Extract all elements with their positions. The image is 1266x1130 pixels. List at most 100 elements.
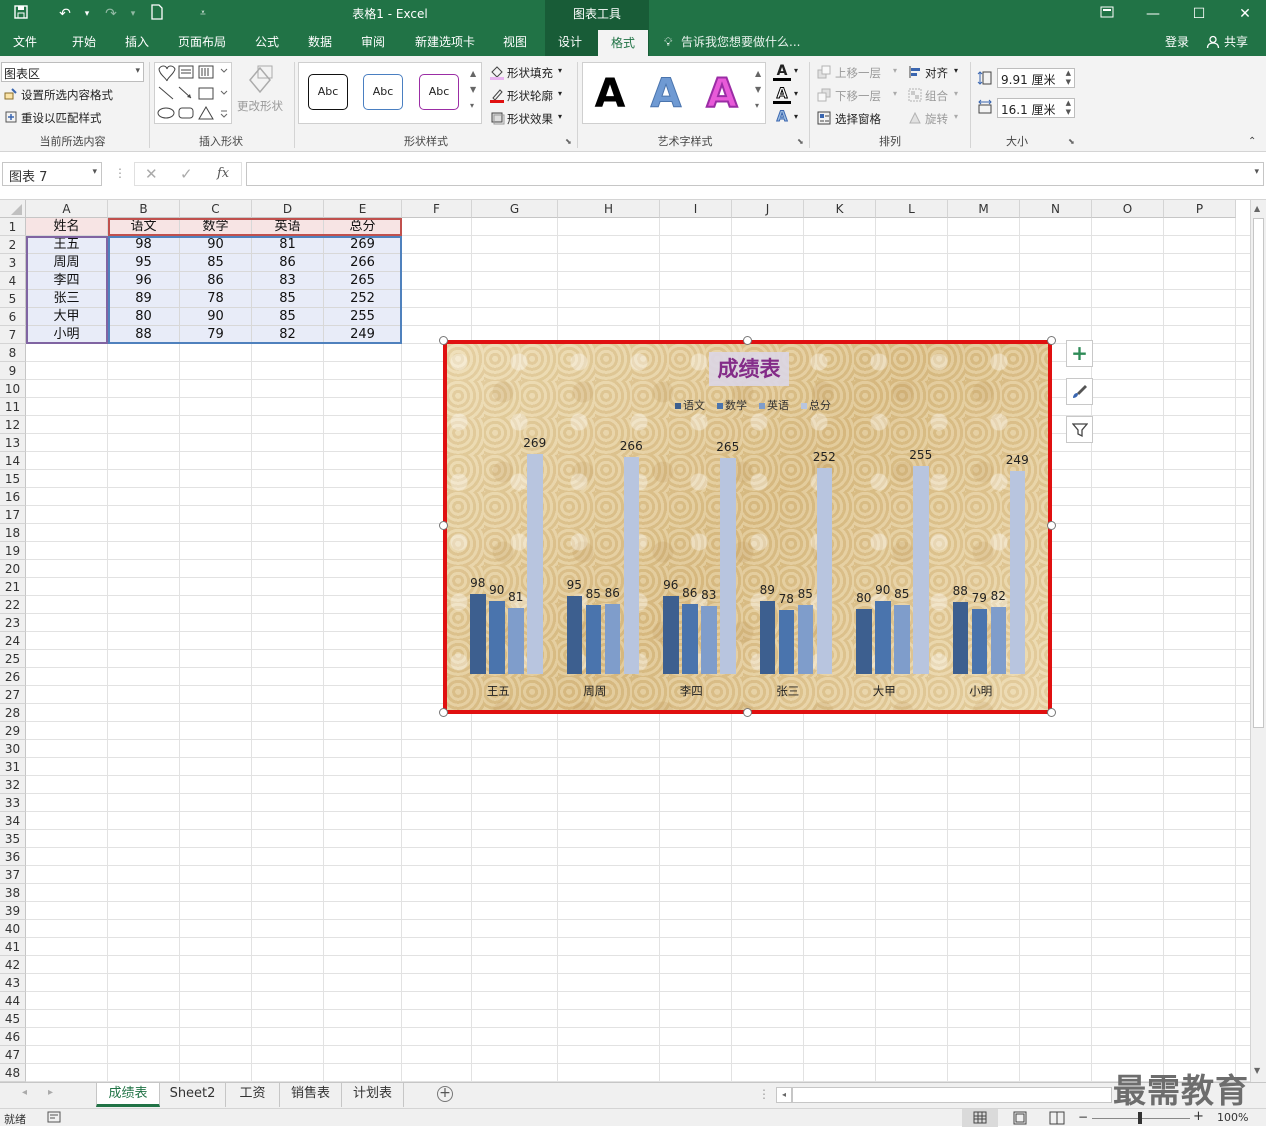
column-header-A[interactable]: A — [26, 200, 108, 218]
data-label[interactable]: 85 — [792, 587, 818, 601]
table-cell[interactable]: 85 — [252, 308, 324, 326]
row-header-15[interactable]: 15 — [0, 470, 26, 488]
row-header-31[interactable]: 31 — [0, 758, 26, 776]
table-cell[interactable]: 张三 — [26, 290, 108, 308]
shape-effects-button[interactable]: 形状效果 — [507, 111, 553, 127]
data-label[interactable]: 86 — [599, 586, 625, 600]
row-header-10[interactable]: 10 — [0, 380, 26, 398]
table-cell[interactable]: 249 — [324, 326, 402, 344]
chart-bar[interactable] — [952, 602, 968, 674]
expand-formula-bar-icon[interactable]: ▾ — [1254, 167, 1259, 177]
chart-bar[interactable] — [971, 609, 987, 674]
row-header-26[interactable]: 26 — [0, 668, 26, 686]
dialog-launcher-icon[interactable]: ⬊ — [797, 137, 804, 146]
row-header-35[interactable]: 35 — [0, 830, 26, 848]
collapse-ribbon-icon[interactable]: ⌃ — [1248, 136, 1256, 147]
chart-resize-handle-s[interactable] — [743, 708, 752, 717]
row-header-47[interactable]: 47 — [0, 1046, 26, 1064]
chart-bar[interactable] — [778, 610, 794, 674]
column-header-L[interactable]: L — [876, 200, 948, 218]
data-label[interactable]: 266 — [618, 439, 644, 453]
column-header-K[interactable]: K — [804, 200, 876, 218]
data-label[interactable]: 82 — [985, 589, 1011, 603]
format-selection-button[interactable]: 设置所选内容格式 — [21, 87, 113, 103]
column-header-H[interactable]: H — [558, 200, 660, 218]
data-label[interactable]: 81 — [503, 590, 529, 604]
close-icon[interactable]: ✕ — [1222, 0, 1266, 28]
minimize-icon[interactable]: — — [1130, 0, 1176, 28]
undo-dropdown-icon[interactable]: ▾ — [76, 4, 98, 24]
row-header-40[interactable]: 40 — [0, 920, 26, 938]
save-icon[interactable] — [10, 4, 32, 24]
sign-in-link[interactable]: 登录 — [1165, 28, 1189, 56]
row-header-42[interactable]: 42 — [0, 956, 26, 974]
table-cell[interactable]: 90 — [180, 236, 252, 254]
chart-resize-handle-ne[interactable] — [1047, 336, 1056, 345]
chart-resize-handle-se[interactable] — [1047, 708, 1056, 717]
wordart-style-black[interactable]: A — [585, 70, 635, 118]
row-header-37[interactable]: 37 — [0, 866, 26, 884]
redo-icon[interactable]: ↷ — [100, 4, 122, 24]
table-cell[interactable]: 85 — [180, 254, 252, 272]
shape-fill-button[interactable]: 形状填充 — [507, 65, 553, 81]
chart-resize-handle-w[interactable] — [439, 521, 448, 530]
chart-resize-handle-nw[interactable] — [439, 336, 448, 345]
row-header-8[interactable]: 8 — [0, 344, 26, 362]
row-header-7[interactable]: 7 — [0, 326, 26, 344]
sheet-tab-sheet2[interactable]: Sheet2 — [160, 1083, 226, 1107]
row-header-36[interactable]: 36 — [0, 848, 26, 866]
normal-view-icon[interactable] — [962, 1109, 998, 1127]
chart-bar[interactable] — [875, 600, 891, 674]
data-label[interactable]: 269 — [522, 436, 548, 450]
table-cell[interactable]: 83 — [252, 272, 324, 290]
tab-split-icon[interactable]: ⋮ — [758, 1087, 770, 1101]
share-button[interactable]: 共享 — [1224, 28, 1248, 56]
row-header-30[interactable]: 30 — [0, 740, 26, 758]
scroll-down-icon[interactable]: ▼ — [1254, 1066, 1260, 1075]
horizontal-scrollbar[interactable] — [792, 1087, 1112, 1103]
dialog-launcher-icon[interactable]: ⬊ — [565, 137, 572, 146]
tab-review[interactable]: 审阅 — [350, 28, 396, 56]
scroll-sheets-right-icon[interactable]: ▸ — [48, 1087, 53, 1098]
page-break-preview-icon[interactable] — [1042, 1109, 1072, 1127]
row-header-6[interactable]: 6 — [0, 308, 26, 326]
column-header-I[interactable]: I — [660, 200, 732, 218]
table-cell[interactable]: 李四 — [26, 272, 108, 290]
shape-style-scroll-icon[interactable]: ▲ ▼ ▾ — [470, 66, 476, 114]
align-button[interactable]: 对齐 — [925, 65, 948, 81]
row-header-46[interactable]: 46 — [0, 1028, 26, 1046]
chart-bar[interactable] — [759, 601, 775, 674]
column-header-G[interactable]: G — [472, 200, 558, 218]
row-header-12[interactable]: 12 — [0, 416, 26, 434]
table-cell[interactable]: 大甲 — [26, 308, 108, 326]
text-effects-icon[interactable]: A — [773, 109, 791, 127]
x-axis-tick-label[interactable]: 王五 — [468, 683, 528, 699]
row-header-39[interactable]: 39 — [0, 902, 26, 920]
chart-resize-handle-sw[interactable] — [439, 708, 448, 717]
name-box[interactable]: 图表 7 ▾ — [2, 162, 102, 186]
table-cell[interactable]: 周周 — [26, 254, 108, 272]
row-header-1[interactable]: 1 — [0, 218, 26, 236]
rotate-button[interactable]: 旋转 — [925, 111, 948, 127]
wordart-style-blue[interactable]: A — [641, 70, 691, 118]
table-cell[interactable]: 90 — [180, 308, 252, 326]
send-backward-button[interactable]: 下移一层 — [835, 88, 881, 104]
text-outline-icon[interactable]: A — [773, 86, 791, 104]
wordart-style-purple[interactable]: A — [697, 70, 747, 118]
table-cell[interactable]: 88 — [108, 326, 180, 344]
group-button[interactable]: 组合 — [925, 88, 948, 104]
row-header-17[interactable]: 17 — [0, 506, 26, 524]
table-cell[interactable]: 265 — [324, 272, 402, 290]
row-header-43[interactable]: 43 — [0, 974, 26, 992]
row-header-44[interactable]: 44 — [0, 992, 26, 1010]
table-header-cell[interactable]: 英语 — [252, 218, 324, 236]
chart-bar[interactable] — [720, 457, 736, 674]
cancel-icon[interactable]: ✕ — [145, 165, 158, 183]
tab-file[interactable]: 文件 — [0, 28, 50, 56]
chart-styles-brush-icon[interactable] — [1066, 378, 1093, 405]
table-cell[interactable]: 89 — [108, 290, 180, 308]
tell-me-search[interactable]: 告诉我您想要做什么... — [681, 28, 800, 56]
table-cell[interactable]: 255 — [324, 308, 402, 326]
row-header-28[interactable]: 28 — [0, 704, 26, 722]
tab-formulas[interactable]: 公式 — [242, 28, 292, 56]
